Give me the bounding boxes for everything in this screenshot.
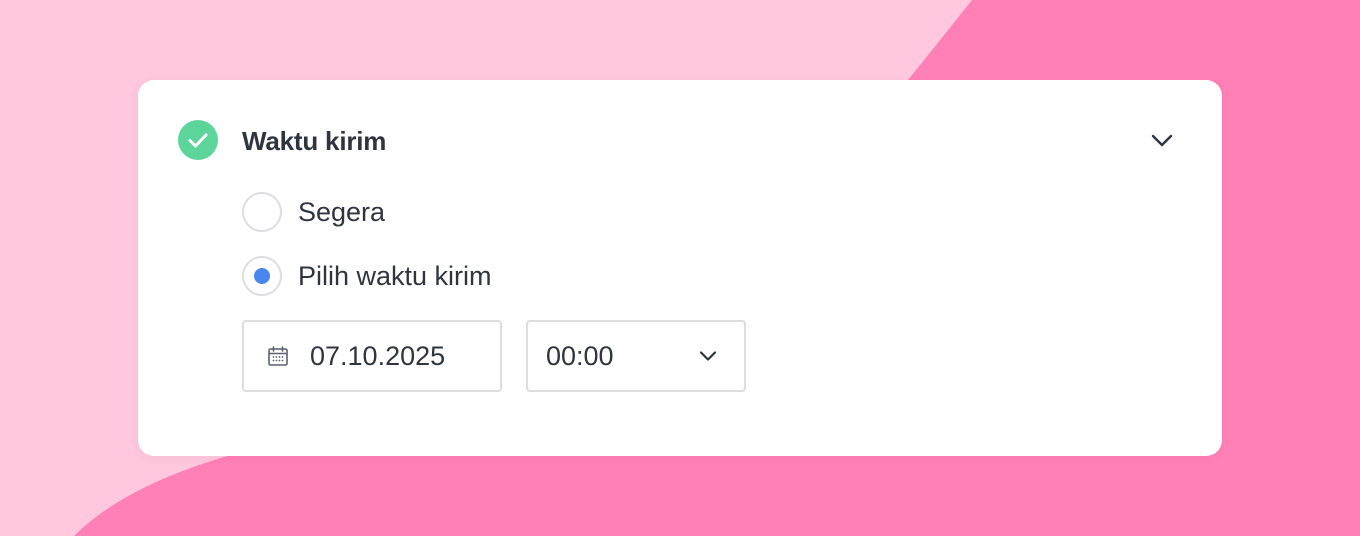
- delivery-time-card: Waktu kirim Segera Pilih waktu kirim 07.…: [138, 80, 1222, 456]
- section-title: Waktu kirim: [242, 126, 387, 156]
- time-select-dropdown[interactable]: 00:00: [526, 320, 746, 392]
- radio-choose-time[interactable]: [242, 256, 282, 296]
- check-circle-icon: [178, 120, 218, 160]
- option-choose-time-label: Pilih waktu kirim: [298, 261, 492, 291]
- date-value: 07.10.2025: [310, 341, 446, 371]
- option-choose-time[interactable]: Pilih waktu kirim: [242, 256, 492, 296]
- calendar-icon: [266, 344, 290, 368]
- radio-selected-dot: [254, 268, 270, 284]
- chevron-down-icon: [1146, 124, 1178, 156]
- collapse-toggle-button[interactable]: [1146, 124, 1178, 156]
- time-value: 00:00: [546, 341, 614, 371]
- radio-send-now[interactable]: [242, 192, 282, 232]
- date-picker-field[interactable]: 07.10.2025: [242, 320, 502, 392]
- option-send-now-label: Segera: [298, 197, 386, 227]
- option-send-now[interactable]: Segera: [242, 192, 385, 232]
- chevron-down-icon: [696, 344, 720, 368]
